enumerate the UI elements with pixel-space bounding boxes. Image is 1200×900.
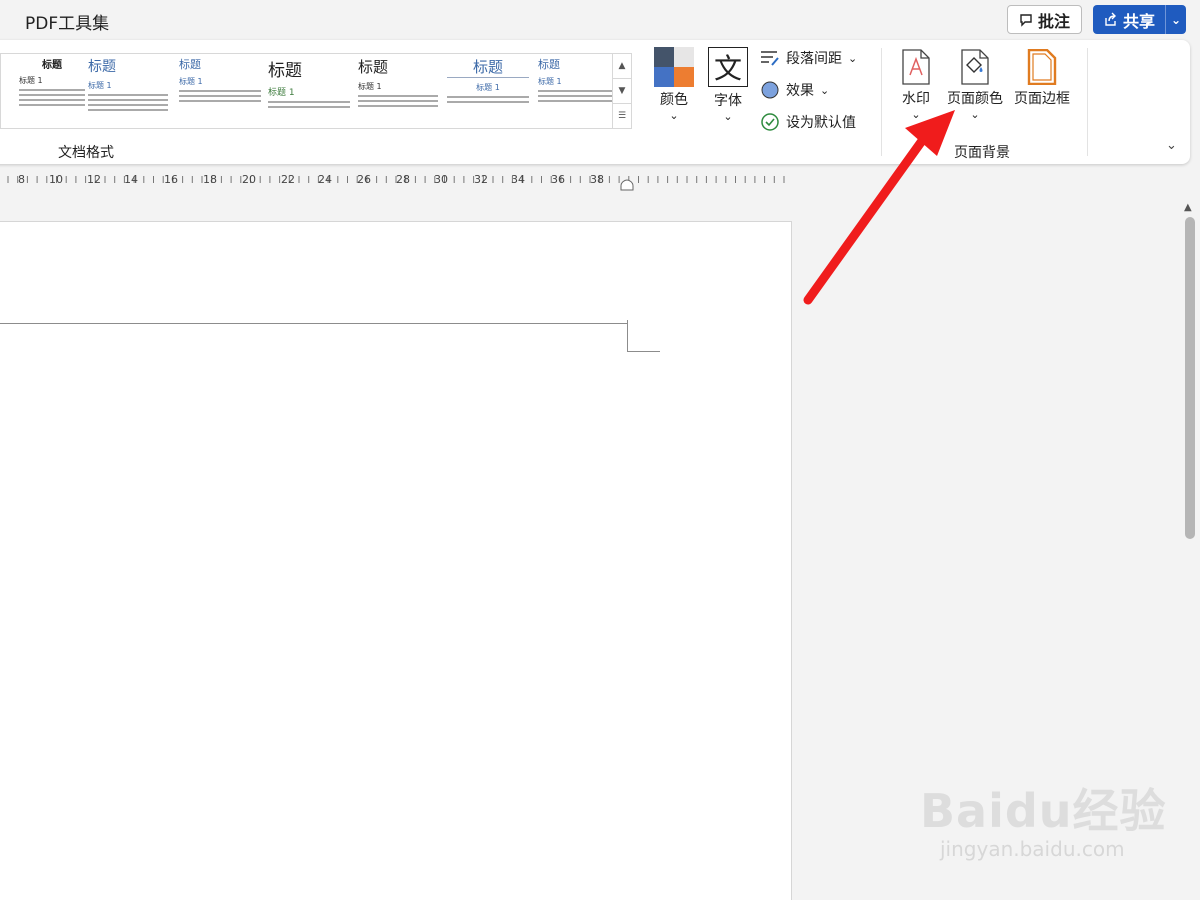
ruler-label: 34	[511, 173, 525, 186]
comment-icon	[1020, 13, 1032, 27]
effects-button[interactable]: 效果 ⌄	[760, 80, 829, 100]
ruler-label: 30	[434, 173, 448, 186]
paragraph-spacing-label: 段落间距	[786, 51, 842, 67]
chevron-down-icon: ⌄	[970, 108, 980, 121]
header-separator-line	[0, 323, 628, 324]
paragraph-spacing-button[interactable]: 段落间距 ⌄	[760, 48, 857, 68]
checkmark-icon	[761, 113, 779, 131]
document-styles-gallery[interactable]: 标题 标题 1 标题 标题 1 标题 标题 1 标题 标题 1 标题 标题 1 …	[0, 53, 632, 129]
document-formatting-group-label: 文档格式	[58, 145, 114, 161]
font-icon: 文	[708, 47, 748, 87]
vertical-scrollbar[interactable]: ▲	[1181, 199, 1200, 900]
chevron-down-icon: ⌄	[1170, 12, 1182, 27]
gallery-scroll-up-icon[interactable]: ▲	[613, 54, 631, 79]
chevron-down-icon: ⌄	[820, 83, 830, 97]
share-main[interactable]: 共享	[1093, 5, 1165, 34]
ruler-label: 36	[551, 173, 565, 186]
chevron-down-icon: ⌄	[1166, 138, 1177, 153]
ruler-label: 26	[357, 173, 371, 186]
scrollbar-thumb[interactable]	[1185, 217, 1195, 539]
share-dropdown-button[interactable]: ⌄	[1166, 13, 1186, 27]
colors-button[interactable]: 颜色 ⌄	[654, 47, 694, 122]
margin-corner-mark	[627, 320, 628, 352]
ruler-label: 16	[164, 173, 178, 186]
style-thumb-4[interactable]: 标题 标题 1	[268, 56, 350, 126]
gallery-more-icon[interactable]: ☰	[613, 104, 631, 129]
page-borders-icon	[1027, 49, 1057, 85]
horizontal-ruler[interactable]: 8 10 12 14 16 18 20 22 24 26 28 30 32 34…	[0, 168, 800, 192]
style-thumb-3[interactable]: 标题 标题 1	[179, 56, 261, 126]
style-thumb-2[interactable]: 标题 标题 1	[88, 56, 168, 126]
paragraph-spacing-icon	[761, 51, 779, 66]
ruler-label: 22	[281, 173, 295, 186]
ruler-label: 38	[590, 173, 604, 186]
chevron-down-icon: ⌄	[911, 108, 921, 121]
effects-icon	[761, 81, 779, 99]
page-color-icon	[961, 49, 989, 85]
ribbon-tab-pdf-tools[interactable]: PDF工具集	[25, 9, 109, 34]
color-palette-icon	[654, 47, 694, 87]
colors-label: 颜色	[660, 92, 688, 108]
baidu-watermark: Baidu经验 jingyan.baidu.com	[920, 775, 1167, 861]
set-as-default-button[interactable]: 设为默认值	[760, 112, 856, 132]
chevron-down-icon: ⌄	[848, 51, 858, 65]
gallery-scrollbar[interactable]: ▲ ▼ ☰	[612, 54, 631, 129]
margin-corner-mark	[627, 351, 660, 352]
fonts-label: 字体	[714, 93, 742, 109]
ruler-label: 18	[203, 173, 217, 186]
watermark-label: 水印	[902, 91, 930, 107]
watermark-icon	[902, 49, 930, 85]
comments-button[interactable]: 批注	[1007, 5, 1082, 34]
share-button[interactable]: 共享 ⌄	[1093, 5, 1186, 34]
effects-label: 效果	[786, 83, 814, 99]
comments-label: 批注	[1037, 11, 1070, 31]
ruler-label: 32	[474, 173, 488, 186]
document-page[interactable]	[0, 222, 791, 900]
ruler-label: 20	[242, 173, 256, 186]
scroll-up-icon[interactable]: ▲	[1184, 202, 1192, 213]
title-bar: PDF工具集 批注 共享 ⌄	[0, 0, 1200, 40]
ruler-label: 10	[49, 173, 63, 186]
style-thumb-1[interactable]: 标题 标题 1	[19, 56, 85, 126]
style-thumb-5[interactable]: 标题 标题 1	[358, 56, 438, 126]
fonts-button[interactable]: 文 字体 ⌄	[708, 47, 748, 123]
watermark-button[interactable]: 水印 ⌄	[900, 49, 932, 121]
page-color-label: 页面颜色	[947, 91, 1003, 107]
ruler-label: 28	[396, 173, 410, 186]
ruler-label: 8	[18, 173, 25, 186]
style-thumb-7[interactable]: 标题 标题 1	[538, 56, 612, 126]
ruler-label: 12	[87, 173, 101, 186]
page-color-button[interactable]: 页面颜色 ⌄	[947, 49, 1003, 121]
collapse-ribbon-button[interactable]: ⌄	[1166, 138, 1177, 153]
watermark-brand: Baidu经验	[920, 784, 1167, 838]
page-background-group-label: 页面背景	[954, 145, 1010, 161]
group-separator	[1087, 48, 1088, 156]
share-label: 共享	[1123, 11, 1156, 31]
right-indent-marker-icon[interactable]	[620, 179, 634, 191]
ruler-label: 14	[124, 173, 138, 186]
gallery-scroll-down-icon[interactable]: ▼	[613, 79, 631, 104]
chevron-down-icon: ⌄	[723, 110, 733, 123]
group-separator	[881, 48, 882, 156]
share-icon	[1105, 12, 1116, 26]
ribbon-design: 标题 标题 1 标题 标题 1 标题 标题 1 标题 标题 1 标题 标题 1 …	[0, 40, 1190, 164]
page-borders-button[interactable]: 页面边框	[1014, 49, 1070, 108]
style-thumb-6[interactable]: 标题 标题 1	[447, 56, 529, 126]
page-borders-label: 页面边框	[1014, 91, 1070, 107]
chevron-down-icon: ⌄	[669, 109, 679, 122]
ruler-label: 24	[318, 173, 332, 186]
set-as-default-label: 设为默认值	[786, 115, 856, 131]
